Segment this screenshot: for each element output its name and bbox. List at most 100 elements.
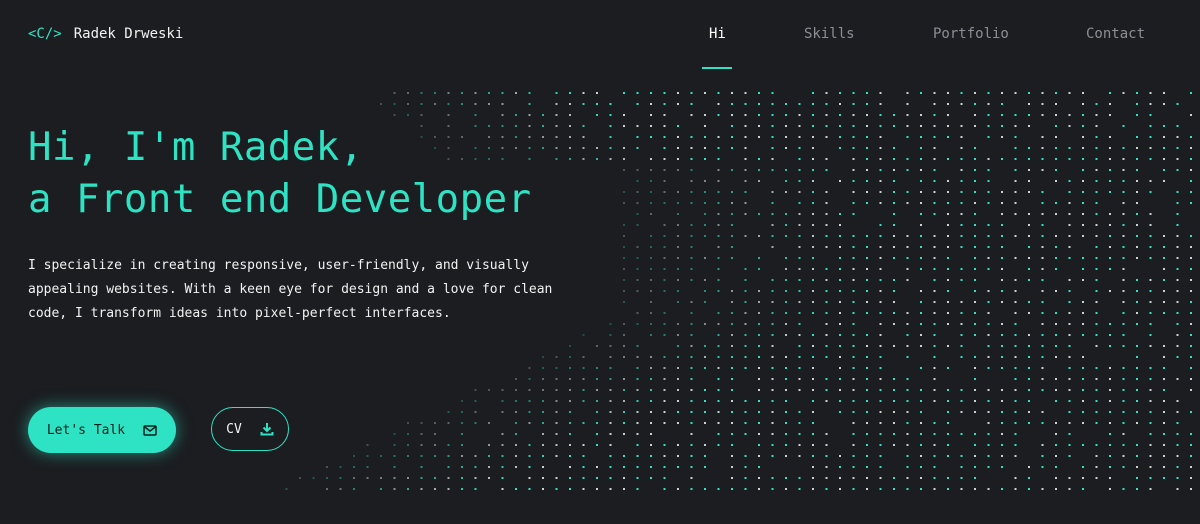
background-dot xyxy=(825,356,828,358)
background-dot xyxy=(906,235,909,237)
background-dot xyxy=(825,433,828,435)
lets-talk-button[interactable]: Let's Talk xyxy=(28,407,176,453)
background-dot xyxy=(974,279,976,281)
background-dot xyxy=(758,92,760,94)
background-dot xyxy=(393,455,396,457)
background-dot xyxy=(852,290,855,292)
background-dot xyxy=(812,455,814,457)
background-dot xyxy=(974,400,976,402)
background-dot xyxy=(569,356,571,358)
nav-active-indicator xyxy=(702,67,732,69)
background-dot xyxy=(731,202,733,204)
background-dot xyxy=(866,136,868,138)
nav-item-contact[interactable]: Contact xyxy=(1086,26,1145,42)
background-dot xyxy=(812,356,814,358)
background-dot xyxy=(987,301,990,303)
background-dot xyxy=(960,158,963,160)
background-dot xyxy=(866,235,868,237)
background-dot xyxy=(1149,488,1152,490)
background-dot xyxy=(1122,235,1125,237)
background-dot xyxy=(893,257,895,259)
background-dot xyxy=(825,323,828,325)
background-dot xyxy=(1163,301,1165,303)
background-dot xyxy=(555,422,558,424)
background-dot xyxy=(528,466,531,468)
background-dot xyxy=(1136,147,1138,149)
background-dot xyxy=(1149,422,1152,424)
background-dot xyxy=(609,125,612,127)
background-dot xyxy=(542,136,544,138)
background-dot xyxy=(906,455,909,457)
background-dot xyxy=(677,268,679,270)
background-dot xyxy=(974,389,976,391)
background-dot xyxy=(1095,323,1098,325)
background-dot xyxy=(1041,367,1044,369)
background-dot xyxy=(960,136,963,138)
background-dot xyxy=(1176,400,1179,402)
background-dot xyxy=(677,147,679,149)
background-dot xyxy=(731,477,733,479)
background-dot xyxy=(677,279,679,281)
lets-talk-label: Let's Talk xyxy=(46,422,126,438)
background-dot xyxy=(366,444,369,446)
background-dot xyxy=(501,466,504,468)
background-dot xyxy=(420,422,423,424)
background-dot xyxy=(1014,334,1017,336)
background-dot xyxy=(515,411,517,413)
background-dot xyxy=(933,301,936,303)
background-dot xyxy=(1176,202,1179,204)
background-dot xyxy=(1014,477,1017,479)
background-dot xyxy=(825,345,828,347)
background-dot xyxy=(987,169,990,171)
background-dot xyxy=(1136,411,1138,413)
background-dot xyxy=(987,389,990,391)
background-dot xyxy=(987,136,990,138)
background-dot xyxy=(677,323,679,325)
background-dot xyxy=(920,334,922,336)
background-dot xyxy=(960,477,963,479)
background-dot xyxy=(1068,400,1071,402)
background-dot xyxy=(704,257,706,259)
background-dot xyxy=(1136,191,1138,193)
background-dot xyxy=(866,433,868,435)
background-dot xyxy=(447,444,450,446)
background-dot xyxy=(947,477,949,479)
background-dot xyxy=(650,378,652,380)
background-dot xyxy=(1176,312,1179,314)
background-dot xyxy=(1001,466,1003,468)
background-dot xyxy=(879,488,882,490)
background-dot xyxy=(852,477,855,479)
background-dot xyxy=(704,301,706,303)
background-dot xyxy=(663,114,666,116)
background-dot xyxy=(1109,257,1111,259)
background-dot xyxy=(825,125,828,127)
background-dot xyxy=(609,477,612,479)
nav-item-skills[interactable]: Skills xyxy=(804,26,855,42)
background-dot xyxy=(528,488,531,490)
background-dot xyxy=(1055,136,1057,138)
background-dot xyxy=(731,345,733,347)
background-dot xyxy=(1028,312,1030,314)
nav-item-portfolio[interactable]: Portfolio xyxy=(933,26,1009,42)
background-dot xyxy=(947,191,949,193)
background-dot xyxy=(947,202,949,204)
background-dot xyxy=(650,158,652,160)
background-dot xyxy=(866,191,868,193)
background-dot xyxy=(704,158,706,160)
background-dot xyxy=(596,477,598,479)
background-dot xyxy=(434,477,436,479)
background-dot xyxy=(717,136,720,138)
background-dot xyxy=(555,125,558,127)
background-dot xyxy=(1149,136,1152,138)
background-dot xyxy=(852,158,855,160)
background-dot xyxy=(731,301,733,303)
background-dot xyxy=(771,246,774,248)
background-dot xyxy=(906,136,909,138)
background-dot xyxy=(1095,147,1098,149)
background-dot xyxy=(690,246,693,248)
background-dot xyxy=(1136,488,1138,490)
nav-item-hi[interactable]: Hi xyxy=(709,26,726,42)
background-dot xyxy=(434,92,436,94)
background-dot xyxy=(947,389,949,391)
cv-button[interactable]: CV xyxy=(211,407,289,451)
